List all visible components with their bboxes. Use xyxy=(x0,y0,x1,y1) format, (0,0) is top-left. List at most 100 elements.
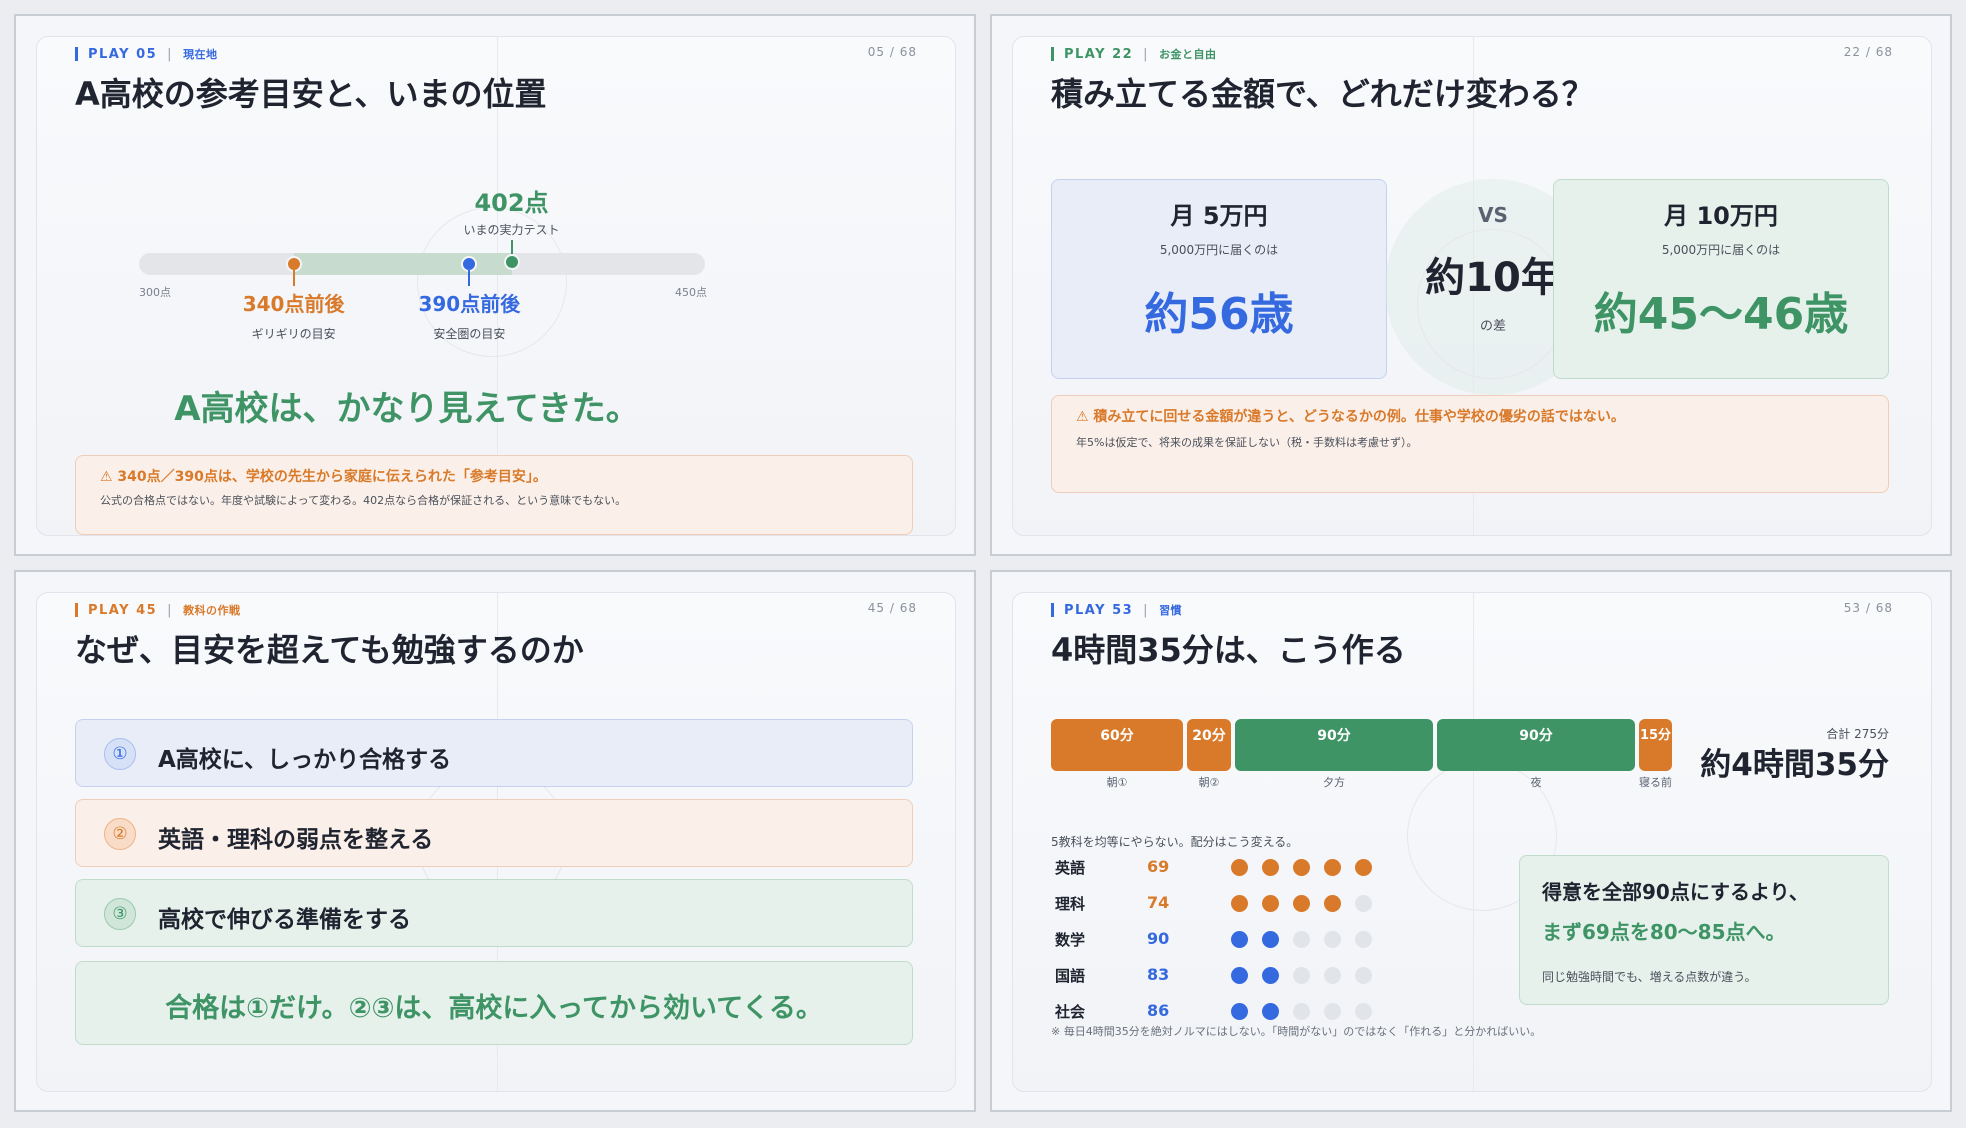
allocation-caption: 5教科を均等にやらない。配分はこう変える。 xyxy=(1051,835,1299,849)
effort-dot xyxy=(1324,931,1341,948)
reason-item: ① A高校に、しっかり合格する xyxy=(75,719,913,787)
effort-dot xyxy=(1293,931,1310,948)
current-score: 402点 xyxy=(474,189,549,217)
effort-dot xyxy=(1355,931,1372,948)
advice-callout: 得意を全部90点にするより、 まず69点を80〜85点へ。 同じ勉強時間でも、増… xyxy=(1519,855,1889,1005)
slide-eyebrow: PLAY 53 | 習慣 xyxy=(1051,601,1182,619)
plan-card-50k: 月 5万円 5,000万円に届くのは 約56歳 xyxy=(1051,179,1387,379)
play-number: PLAY 22 xyxy=(1064,46,1134,62)
effort-dot xyxy=(1293,895,1310,912)
item-number-badge: ② xyxy=(104,818,136,850)
plan-caption: 5,000万円に届くのは xyxy=(1159,243,1279,257)
scale-max-label: 450点 xyxy=(675,286,707,299)
caution-note: ⚠ 340点／390点は、学校の先生から家庭に伝えられた「参考目安」。 公式の合… xyxy=(75,455,913,535)
total-time: 約4時間35分 xyxy=(1700,747,1889,783)
slide-thumbnail-22[interactable]: PLAY 22 | お金と自由 22 / 68 積み立てる金額で、どれだけ変わる… xyxy=(990,14,1952,556)
effort-dot xyxy=(1324,967,1341,984)
plan-card-100k: 月 10万円 5,000万円に届くのは 約45〜46歳 xyxy=(1553,179,1889,379)
subject-score: 83 xyxy=(1147,965,1170,984)
page-number: 53 / 68 xyxy=(1843,601,1893,615)
subject-score: 86 xyxy=(1147,1001,1170,1020)
effort-dot xyxy=(1355,1003,1372,1020)
effort-dot xyxy=(1231,895,1248,912)
section-label: 習慣 xyxy=(1159,604,1183,617)
slide-thumbnail-53[interactable]: PLAY 53 | 習慣 53 / 68 4時間35分は、こう作る 60分朝① 2… xyxy=(990,570,1952,1112)
subject-score: 74 xyxy=(1147,893,1170,912)
effort-dot xyxy=(1231,967,1248,984)
footnote: ※ 毎日4時間35分を絶対ノルマにはしない。「時間がない」のではなく「作れる」と… xyxy=(1051,1025,1542,1038)
effort-dot xyxy=(1231,931,1248,948)
subject-name: 理科 xyxy=(1055,895,1086,913)
minimum-score: 340点前後 xyxy=(242,292,345,316)
effort-dot xyxy=(1355,859,1372,876)
subject-score: 90 xyxy=(1147,929,1170,948)
section-label: お金と自由 xyxy=(1159,48,1217,61)
effort-dot xyxy=(1293,967,1310,984)
effort-dot xyxy=(1262,967,1279,984)
effort-dot xyxy=(1262,895,1279,912)
section-label: 教科の作戦 xyxy=(183,604,241,617)
safe-label: 安全圏の目安 xyxy=(433,327,506,341)
effort-dot xyxy=(1324,1003,1341,1020)
time-block-label: 朝① xyxy=(1106,776,1128,789)
subject-name: 英語 xyxy=(1055,859,1086,877)
play-number: PLAY 53 xyxy=(1064,602,1134,618)
safe-score: 390点前後 xyxy=(418,292,521,316)
effort-dot xyxy=(1231,859,1248,876)
item-text: A高校に、しっかり合格する xyxy=(158,747,452,773)
effort-dot xyxy=(1355,895,1372,912)
item-number-badge: ① xyxy=(104,738,136,770)
subject-name: 数学 xyxy=(1055,931,1086,949)
note-heading: ⚠ 340点／390点は、学校の先生から家庭に伝えられた「参考目安」。 xyxy=(100,469,547,485)
slide-card: PLAY 53 | 習慣 53 / 68 4時間35分は、こう作る 60分朝① 2… xyxy=(1012,592,1932,1092)
time-block: 90分 xyxy=(1437,719,1635,771)
caution-note: ⚠ 積み立てに回せる金額が違うと、どうなるかの例。仕事や学校の優劣の話ではない。… xyxy=(1051,395,1889,493)
note-body: 年5%は仮定で、将来の成果を保証しない（税・手数料は考慮せず）。 xyxy=(1076,436,1418,449)
slide-thumbnail-05[interactable]: PLAY 05 | 現在地 05 / 68 A高校の参考目安と、いまの位置 30… xyxy=(14,14,976,556)
time-block-label: 夜 xyxy=(1530,776,1542,789)
summary-box: 合格は①だけ。②③は、高校に入ってから効いてくる。 xyxy=(75,961,913,1045)
time-block: 20分 xyxy=(1187,719,1231,771)
callout-line-2: まず69点を80〜85点へ。 xyxy=(1542,920,1786,944)
time-block-label: 朝② xyxy=(1198,776,1220,789)
minimum-label: ギリギリの目安 xyxy=(251,327,336,341)
slide-title: 積み立てる金額で、どれだけ変わる？ xyxy=(1051,75,1594,113)
effort-dot xyxy=(1355,967,1372,984)
reason-item: ② 英語・理科の弱点を整える xyxy=(75,799,913,867)
effort-dot xyxy=(1293,859,1310,876)
effort-dot xyxy=(1324,895,1341,912)
page-number: 45 / 68 xyxy=(867,601,917,615)
slide-title: A高校の参考目安と、いまの位置 xyxy=(75,75,547,113)
plan-amount: 月 5万円 xyxy=(1170,202,1268,230)
reason-item: ③ 高校で伸びる準備をする xyxy=(75,879,913,947)
plan-amount: 月 10万円 xyxy=(1664,202,1778,230)
effort-dot xyxy=(1262,931,1279,948)
item-number-badge: ③ xyxy=(104,898,136,930)
page-number: 22 / 68 xyxy=(1843,45,1893,59)
summary-text: 合格は①だけ。②③は、高校に入ってから効いてくる。 xyxy=(165,993,823,1024)
time-block: 60分 xyxy=(1051,719,1183,771)
note-heading: ⚠ 積み立てに回せる金額が違うと、どうなるかの例。仕事や学校の優劣の話ではない。 xyxy=(1076,409,1625,425)
time-block: 90分 xyxy=(1235,719,1433,771)
slide-title: 4時間35分は、こう作る xyxy=(1051,631,1406,669)
time-block-label: 夕方 xyxy=(1323,776,1345,789)
page-number: 05 / 68 xyxy=(867,45,917,59)
plan-result: 約45〜46歳 xyxy=(1593,289,1849,340)
slide-title: なぜ、目安を超えても勉強するのか xyxy=(75,631,584,669)
item-text: 英語・理科の弱点を整える xyxy=(158,827,434,853)
slide-eyebrow: PLAY 45 | 教科の作戦 xyxy=(75,601,241,619)
slide-card: PLAY 22 | お金と自由 22 / 68 積み立てる金額で、どれだけ変わる… xyxy=(1012,36,1932,536)
slide-card: PLAY 45 | 教科の作戦 45 / 68 なぜ、目安を超えても勉強するのか… xyxy=(36,592,956,1092)
slide-eyebrow: PLAY 05 | 現在地 xyxy=(75,45,218,63)
play-number: PLAY 05 xyxy=(88,46,158,62)
callout-line-1: 得意を全部90点にするより、 xyxy=(1542,880,1809,904)
minimum-target-marker: 340点前後 ギリギリの目安 xyxy=(214,256,374,342)
play-number: PLAY 45 xyxy=(88,602,158,618)
item-text: 高校で伸びる準備をする xyxy=(158,907,411,933)
plan-result: 約56歳 xyxy=(1144,289,1294,340)
effort-dot xyxy=(1262,859,1279,876)
subject-allocation: 英語 69 理科 74 数学 90 国語 83 社会 86 xyxy=(1055,857,1395,1037)
scale-min-label: 300点 xyxy=(139,286,171,299)
slide-thumbnail-45[interactable]: PLAY 45 | 教科の作戦 45 / 68 なぜ、目安を超えても勉強するのか… xyxy=(14,570,976,1112)
schedule-timeline: 60分 朝① 20分 朝② 90分 夕方 90分夜 15分 寝る前 xyxy=(1051,719,1672,809)
